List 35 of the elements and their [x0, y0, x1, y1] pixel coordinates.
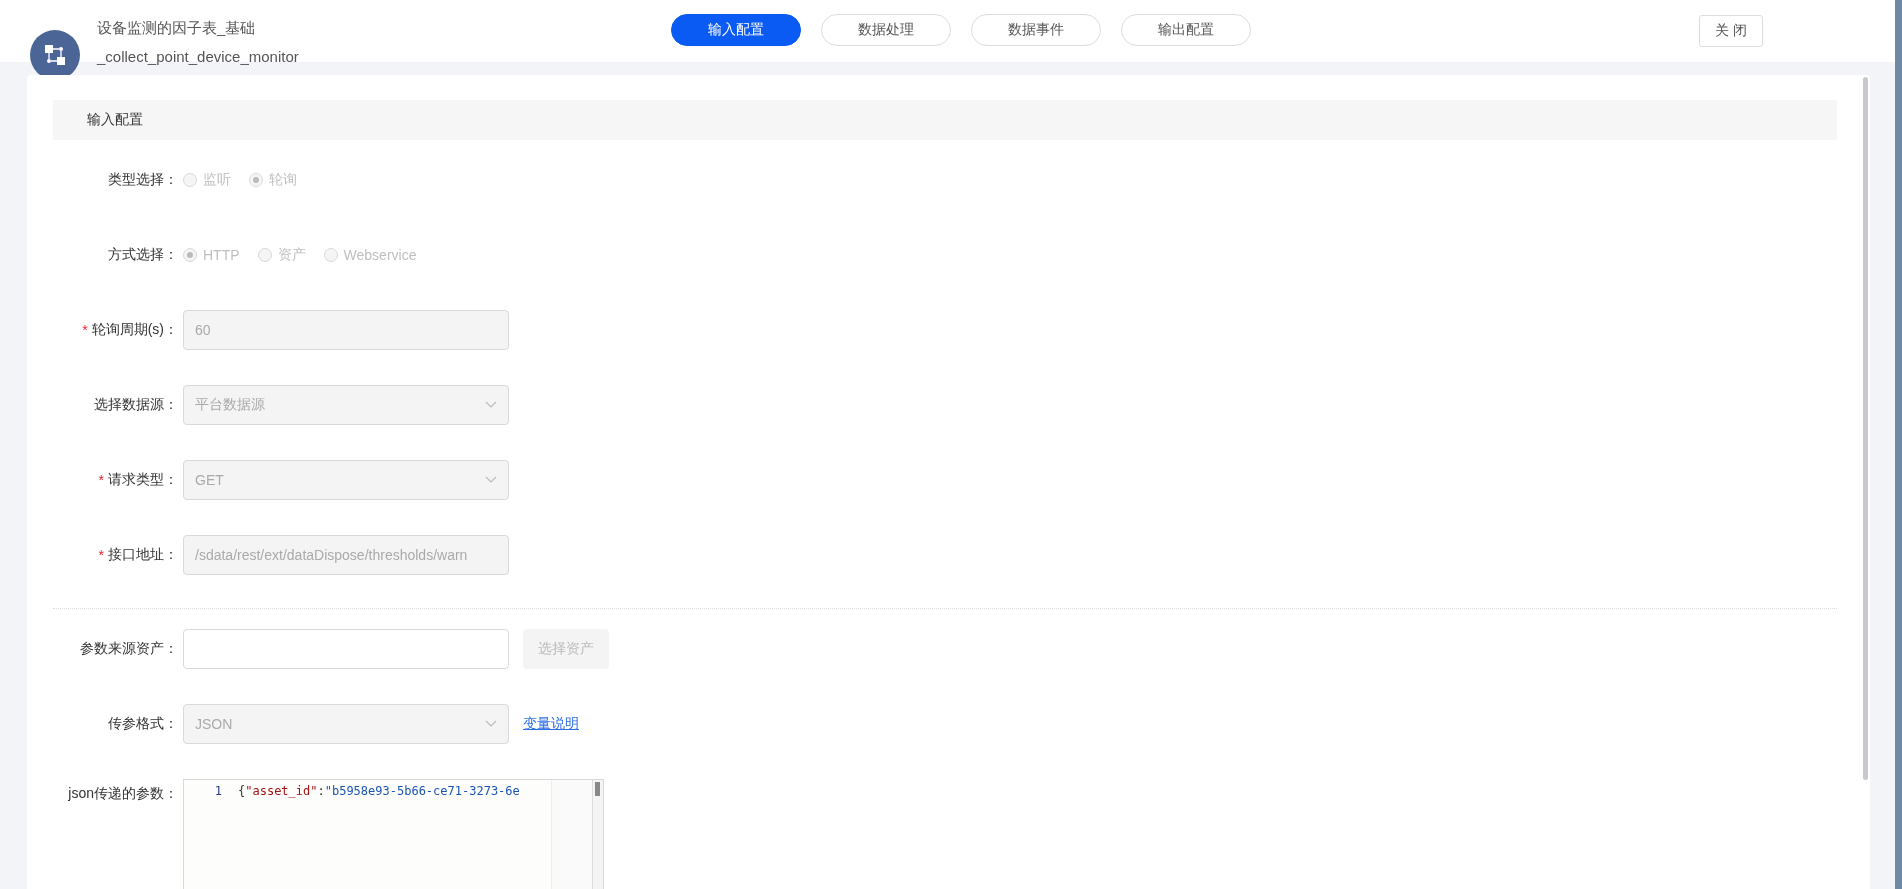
radio-label: 资产	[277, 246, 306, 264]
field-label: 接口地址：	[108, 546, 178, 564]
chevron-down-icon	[485, 720, 497, 728]
scrollbar[interactable]	[1863, 77, 1868, 780]
chevron-down-icon	[485, 401, 497, 409]
code-line: {"asset_id":"b5958e93-5b66-ce71-3273-6e	[238, 784, 520, 798]
field-label: 选择数据源：	[94, 396, 178, 414]
required-mark: *	[82, 322, 88, 338]
radio-label: Webservice	[343, 247, 417, 263]
code-editor[interactable]: 1 {"asset_id":"b5958e93-5b66-ce71-3273-6e	[183, 779, 604, 889]
required-mark: *	[98, 472, 104, 488]
step-tab[interactable]: 输入配置	[671, 14, 801, 46]
radio-label: 轮询	[269, 171, 297, 189]
field-label: 参数来源资产：	[80, 640, 178, 658]
radio-label: HTTP	[203, 247, 240, 263]
page-title: 设备监测的因子表_基础	[97, 18, 256, 38]
section-title: 输入配置	[87, 111, 143, 129]
field-label: 方式选择：	[108, 246, 178, 264]
field-label: 类型选择：	[108, 171, 178, 189]
close-button[interactable]: 关 闭	[1699, 15, 1763, 47]
field-label: 请求类型：	[108, 471, 178, 489]
step-tab[interactable]: 数据处理	[821, 14, 951, 46]
step-tab[interactable]: 输出配置	[1121, 14, 1251, 46]
step-tab[interactable]: 数据事件	[971, 14, 1101, 46]
chevron-down-icon	[485, 476, 497, 484]
editor-scrollbar[interactable]	[592, 780, 603, 889]
radio-label: 监听	[203, 171, 231, 189]
required-mark: *	[98, 547, 104, 563]
line-number: 1	[214, 784, 222, 798]
field-label: json传递的参数：	[68, 785, 178, 803]
field-label: 轮询周期(s)：	[91, 321, 178, 339]
field-label: 传参格式：	[108, 715, 178, 733]
page-subtitle: _collect_point_device_monitor	[97, 47, 299, 67]
flow-nodes-icon	[44, 44, 66, 66]
input-field[interactable]	[183, 629, 509, 669]
